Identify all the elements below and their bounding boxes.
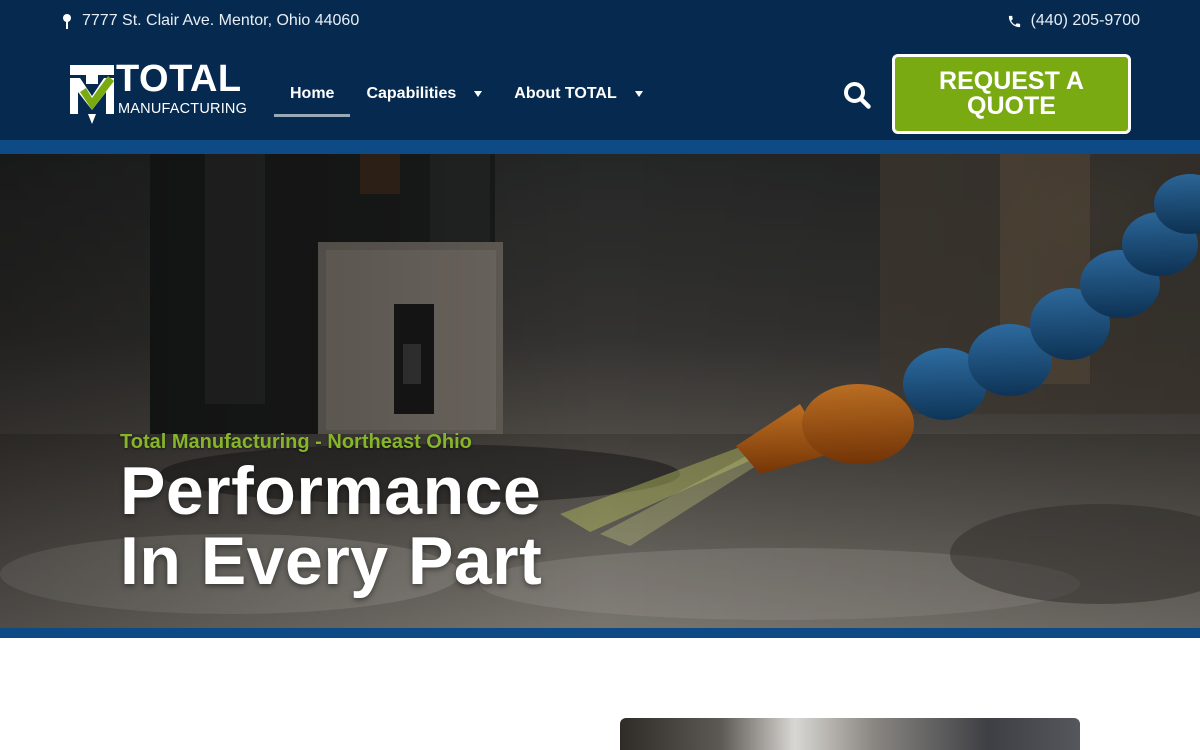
- map-pin-icon: [62, 13, 72, 29]
- nav-item-home[interactable]: Home: [274, 72, 351, 117]
- logo-mark-icon: [70, 65, 114, 124]
- nav-item-label: About TOTAL: [514, 85, 617, 102]
- address-text: 7777 St. Clair Ave. Mentor, Ohio 44060: [82, 12, 360, 29]
- hero-title-line: In Every Part: [120, 523, 543, 599]
- content-feature-image: [620, 718, 1080, 750]
- nav-item-capabilities[interactable]: Capabilities: [350, 72, 498, 116]
- caret-down-icon: [634, 91, 643, 97]
- search-button[interactable]: [842, 80, 872, 110]
- nav-item-label: Home: [290, 85, 335, 102]
- address-block: 7777 St. Clair Ave. Mentor, Ohio 44060: [62, 12, 359, 30]
- hero-title-line: Performance: [120, 453, 542, 529]
- hero-text-block: Total Manufacturing - Northeast Ohio Per…: [120, 430, 542, 596]
- phone-link[interactable]: (440) 205-9700: [1007, 12, 1140, 30]
- hero-banner: Total Manufacturing - Northeast Ohio Per…: [0, 154, 1200, 628]
- main-nav: Home Capabilities About TOTAL: [274, 72, 659, 117]
- nav-item-label: Capabilities: [366, 85, 457, 102]
- phone-icon: [1007, 14, 1022, 29]
- phone-text: (440) 205-9700: [1030, 12, 1140, 29]
- site-header: 7777 St. Clair Ave. Mentor, Ohio 44060 (…: [0, 0, 1200, 144]
- hero-title: Performance In Every Part: [120, 456, 542, 596]
- request-quote-button[interactable]: REQUEST A QUOTE: [892, 54, 1131, 134]
- hero-subtitle: Total Manufacturing - Northeast Ohio: [120, 431, 472, 453]
- hero-section: Total Manufacturing - Northeast Ohio Per…: [0, 144, 1200, 638]
- search-icon: [844, 82, 871, 109]
- top-info-bar: 7777 St. Clair Ave. Mentor, Ohio 44060 (…: [0, 0, 1200, 44]
- site-logo[interactable]: TOTAL MANUFACTURING: [68, 58, 247, 126]
- logo-wordmark: TOTAL: [116, 58, 242, 100]
- caret-down-icon: [474, 91, 483, 97]
- nav-item-about[interactable]: About TOTAL: [498, 72, 659, 116]
- logo-tagline: MANUFACTURING: [118, 101, 248, 117]
